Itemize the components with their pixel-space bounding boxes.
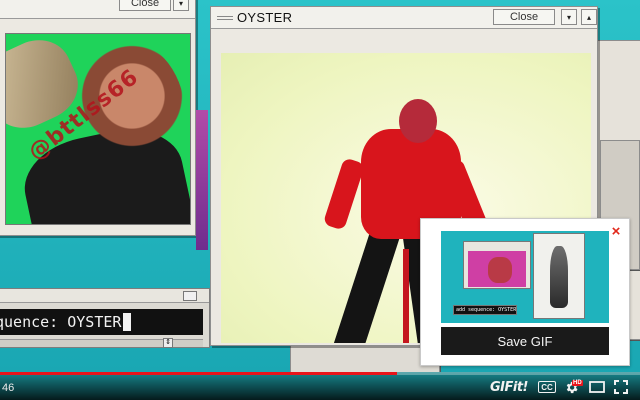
player-controls: 46 GIFit! CC HD [0,372,640,400]
dancer-arm [322,157,366,231]
progress-fill [0,372,397,375]
left-close-button[interactable]: Close [119,0,171,11]
chevron-up-icon[interactable]: ▴ [581,9,597,25]
close-button[interactable]: Close [493,9,555,25]
scroll-arrows-icon[interactable]: ⇕ [163,338,173,348]
gif-preview: add sequence: OYSTER [441,231,609,323]
theater-icon[interactable] [588,379,606,395]
preview-window [533,233,585,319]
chevron-down-icon[interactable]: ▾ [561,9,577,25]
preview-window [463,241,531,289]
fullscreen-icon[interactable] [612,379,630,395]
gif-popup: × add sequence: OYSTER Save GIF [420,218,630,366]
text-cursor [123,313,132,331]
command-window: quence: OYSTER ⇕ [0,288,210,348]
subtitles-button[interactable]: CC [538,381,556,393]
gifit-button[interactable]: GIFit! [490,379,529,395]
hd-badge: HD [572,380,583,386]
green-screen-video: @bttlss66 [5,33,191,225]
purple-strip [196,110,208,250]
save-gif-button[interactable]: Save GIF [441,327,609,355]
preview-command: add sequence: OYSTER [453,305,517,315]
left-window-titlebar: Close ▾ [0,0,195,19]
left-window: Close ▾ @bttlss66 [0,0,196,236]
oyster-window-titlebar: OYSTER Close ▾ ▴ [211,7,597,29]
window-grip-icon [217,16,233,20]
preview-figure [550,246,568,308]
command-window-titlebar [0,289,209,303]
dancer-head [399,99,437,143]
close-icon[interactable]: × [609,224,623,239]
preview-frame [468,251,526,287]
preview-person [488,257,512,283]
progress-bar[interactable] [0,372,640,375]
time-display: 46 [2,382,15,394]
command-text: quence: OYSTER [0,313,122,331]
dancer-leg [328,227,400,343]
command-input[interactable]: quence: OYSTER [0,309,203,335]
video-frame[interactable]: Close ▾ @bttlss66 OYSTER Close ▾ ▴ quenc… [0,0,640,372]
window-button[interactable] [183,291,197,301]
dancer-stripe [403,249,409,343]
chevron-down-icon[interactable]: ▾ [173,0,189,11]
